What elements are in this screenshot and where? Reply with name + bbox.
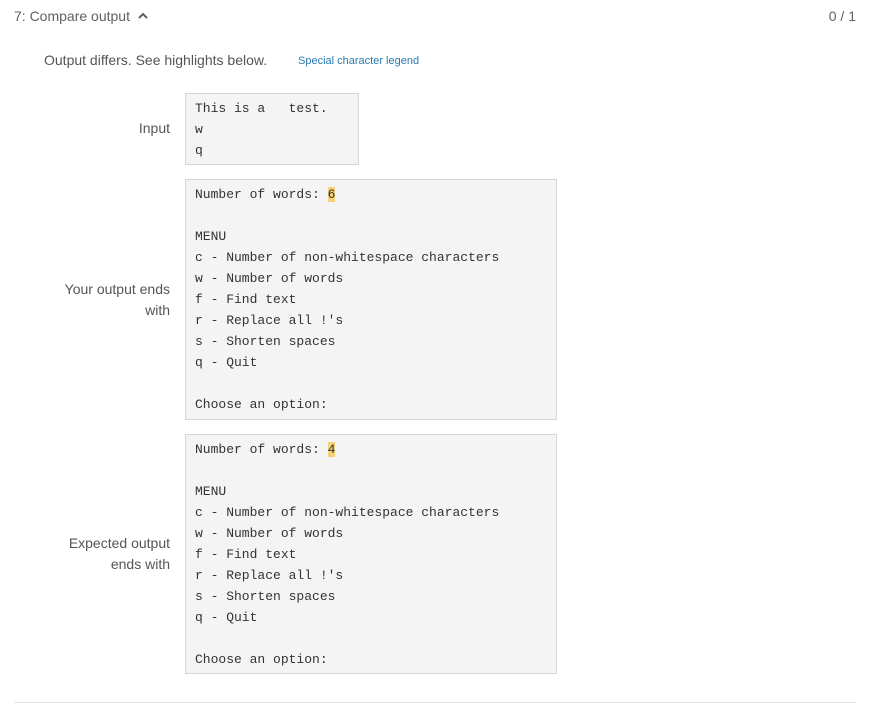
output-line: Choose an option: bbox=[195, 397, 328, 412]
divider bbox=[14, 702, 856, 703]
status-message: Output differs. See highlights below. bbox=[44, 52, 268, 68]
output-line: MENU bbox=[195, 229, 227, 244]
input-line: w bbox=[195, 122, 203, 137]
your-output-box: Number of words: 6 MENU c - Number of non… bbox=[185, 179, 557, 420]
output-line: w - Number of words bbox=[195, 271, 344, 286]
input-box: This is a test. w q bbox=[185, 93, 359, 165]
output-line: r - Replace all !'s bbox=[195, 568, 344, 583]
expected-output-box: Number of words: 4 MENU c - Number of non… bbox=[185, 434, 557, 674]
compare-output-toggle[interactable]: 7: Compare output bbox=[14, 8, 150, 24]
output-first-line: Number of words: 4 bbox=[195, 442, 336, 457]
chevron-up-icon bbox=[138, 12, 148, 19]
input-line: q bbox=[195, 143, 203, 158]
expected-output-label: Expected output ends with bbox=[68, 535, 170, 572]
special-character-legend-link[interactable]: Special character legend bbox=[298, 55, 419, 67]
output-line: w - Number of words bbox=[195, 526, 344, 541]
output-line: MENU bbox=[195, 484, 227, 499]
output-line: r - Replace all !'s bbox=[195, 313, 344, 328]
input-label: Input bbox=[138, 120, 170, 136]
output-line: s - Shorten spaces bbox=[195, 589, 336, 604]
input-line: This is a test. bbox=[195, 101, 328, 116]
output-line: f - Find text bbox=[195, 547, 297, 562]
output-line: c - Number of non-whitespace characters bbox=[195, 505, 500, 520]
your-output-label: Your output ends with bbox=[64, 281, 170, 318]
output-line: q - Quit bbox=[195, 355, 258, 370]
output-line: Choose an option: bbox=[195, 652, 328, 667]
output-line: c - Number of non-whitespace characters bbox=[195, 250, 500, 265]
section-title: 7: Compare output bbox=[14, 8, 130, 24]
output-first-line: Number of words: 6 bbox=[195, 187, 336, 202]
diff-highlight: 4 bbox=[327, 442, 336, 457]
output-line: f - Find text bbox=[195, 292, 297, 307]
output-line: q - Quit bbox=[195, 610, 258, 625]
output-line: s - Shorten spaces bbox=[195, 334, 336, 349]
diff-highlight: 6 bbox=[327, 187, 336, 202]
score: 0 / 1 bbox=[828, 8, 856, 24]
